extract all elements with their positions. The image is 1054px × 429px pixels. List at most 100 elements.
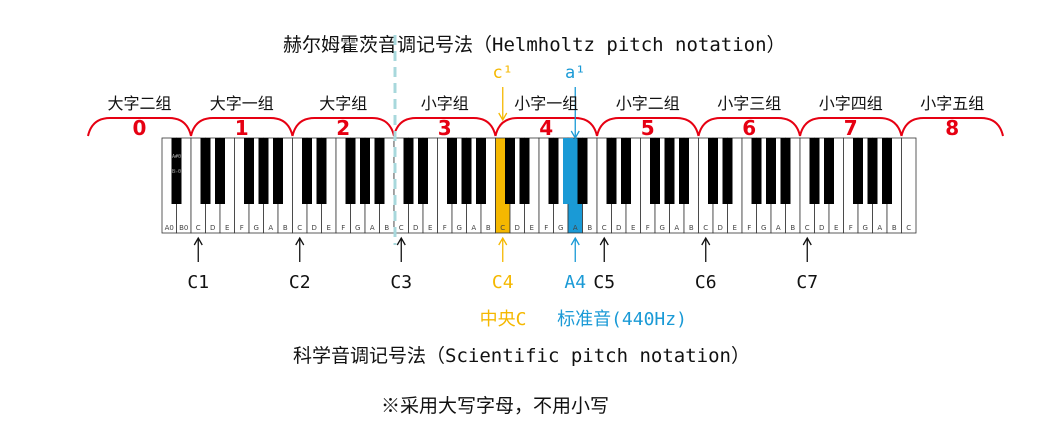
black-key (519, 138, 530, 204)
white-key-label: G (355, 224, 360, 232)
white-key-label: B (283, 224, 288, 232)
white-key-label: F (747, 224, 751, 232)
black-key (780, 138, 791, 204)
white-key-label: E (733, 224, 737, 232)
black-key (650, 138, 660, 204)
white-key-label: C (602, 224, 607, 232)
white-key-label: G (660, 224, 665, 232)
black-key (867, 138, 878, 204)
white-key-label: A (877, 224, 882, 232)
black-key-label: B♭0 (172, 169, 181, 175)
white-key-label: D (515, 224, 520, 232)
group-name: 小字二组 (615, 94, 680, 113)
black-key (577, 138, 588, 204)
white-key-label: A0 (165, 224, 174, 232)
black-key (244, 138, 254, 204)
scientific-label-C7: C7 (796, 272, 819, 293)
black-key (708, 138, 718, 204)
group-number: 8 (945, 116, 959, 140)
up-arrow-icon (295, 236, 305, 262)
black-key (766, 138, 776, 204)
white-key-label: E (631, 224, 635, 232)
black-key (418, 138, 428, 204)
group-number: 0 (133, 116, 147, 140)
black-key (476, 138, 486, 204)
black-key (273, 138, 283, 204)
black-key (621, 138, 631, 204)
white-key-label: F (443, 224, 447, 232)
group-name: 小字五组 (920, 94, 985, 113)
white-key-label: G (863, 224, 868, 232)
black-key (606, 138, 617, 204)
black-key (215, 138, 225, 204)
group-number: 4 (539, 116, 553, 140)
group-name: 小字四组 (818, 94, 883, 113)
black-key (345, 138, 356, 204)
white-key-label: A (370, 224, 375, 232)
black-key (403, 138, 414, 204)
up-arrow-icon (498, 236, 508, 262)
white-key-label: C (297, 224, 302, 232)
scientific-label-C3: C3 (390, 272, 413, 293)
white-key-label: E (225, 224, 229, 232)
up-arrow-icon (570, 236, 580, 262)
helmholtz-a1-label: a¹ (565, 63, 586, 83)
black-key (258, 138, 269, 204)
black-key (853, 138, 863, 204)
group-number: 7 (844, 116, 858, 140)
black-key (548, 138, 559, 204)
up-arrow-icon (396, 236, 406, 262)
scientific-label-C5: C5 (593, 272, 616, 293)
white-key-label: C (906, 224, 911, 232)
white-key-label: E (834, 224, 838, 232)
black-key (505, 138, 515, 204)
up-arrow-icon (701, 236, 711, 262)
white-key-label: G (761, 224, 766, 232)
white-key-label: D (312, 224, 317, 232)
group-number: 2 (336, 116, 350, 140)
group-number: 3 (438, 116, 452, 140)
white-key-label: A (268, 224, 273, 232)
up-arrow-icon (599, 236, 609, 262)
group-number: 6 (742, 116, 756, 140)
middle-c-label: 中央C (479, 309, 527, 330)
up-arrow-icon (802, 236, 812, 262)
white-key-label: G (457, 224, 462, 232)
white-key-label: E (530, 224, 534, 232)
white-key-label: E (428, 224, 432, 232)
black-key (461, 138, 472, 204)
white-key-label: B (892, 224, 897, 232)
white-key-label: D (718, 224, 723, 232)
black-key (200, 138, 211, 204)
black-key (302, 138, 312, 204)
black-key (824, 138, 834, 204)
white-key-label: F (646, 224, 650, 232)
white-key-label: F (240, 224, 244, 232)
white-key-label: G (254, 224, 259, 232)
c1-arrow-icon (498, 87, 508, 122)
white-key-label: B (587, 224, 592, 232)
white-key-label: B (384, 224, 389, 232)
white-key-label: E (327, 224, 331, 232)
white-key-label: C (805, 224, 810, 232)
white-key-label: F (849, 224, 853, 232)
black-key (374, 138, 385, 204)
scientific-label-C2: C2 (288, 272, 311, 293)
black-key (809, 138, 820, 204)
group-name: 大字一组 (209, 94, 274, 113)
black-key (882, 138, 892, 204)
up-arrow-icon (193, 236, 203, 262)
white-key-label: D (210, 224, 215, 232)
white-key-label: B (790, 224, 795, 232)
black-key (722, 138, 733, 204)
black-key-label: A#0 (172, 154, 181, 160)
white-key-label: A (776, 224, 781, 232)
group-number: 1 (235, 116, 249, 140)
scientific-label-C4: C4 (491, 272, 514, 293)
black-key (447, 138, 457, 204)
white-key-label: A (674, 224, 679, 232)
white-key-label: B (689, 224, 694, 232)
white-key-C (901, 137, 917, 234)
scientific-label-C6: C6 (694, 272, 717, 293)
group-name: 小字一组 (514, 94, 579, 113)
